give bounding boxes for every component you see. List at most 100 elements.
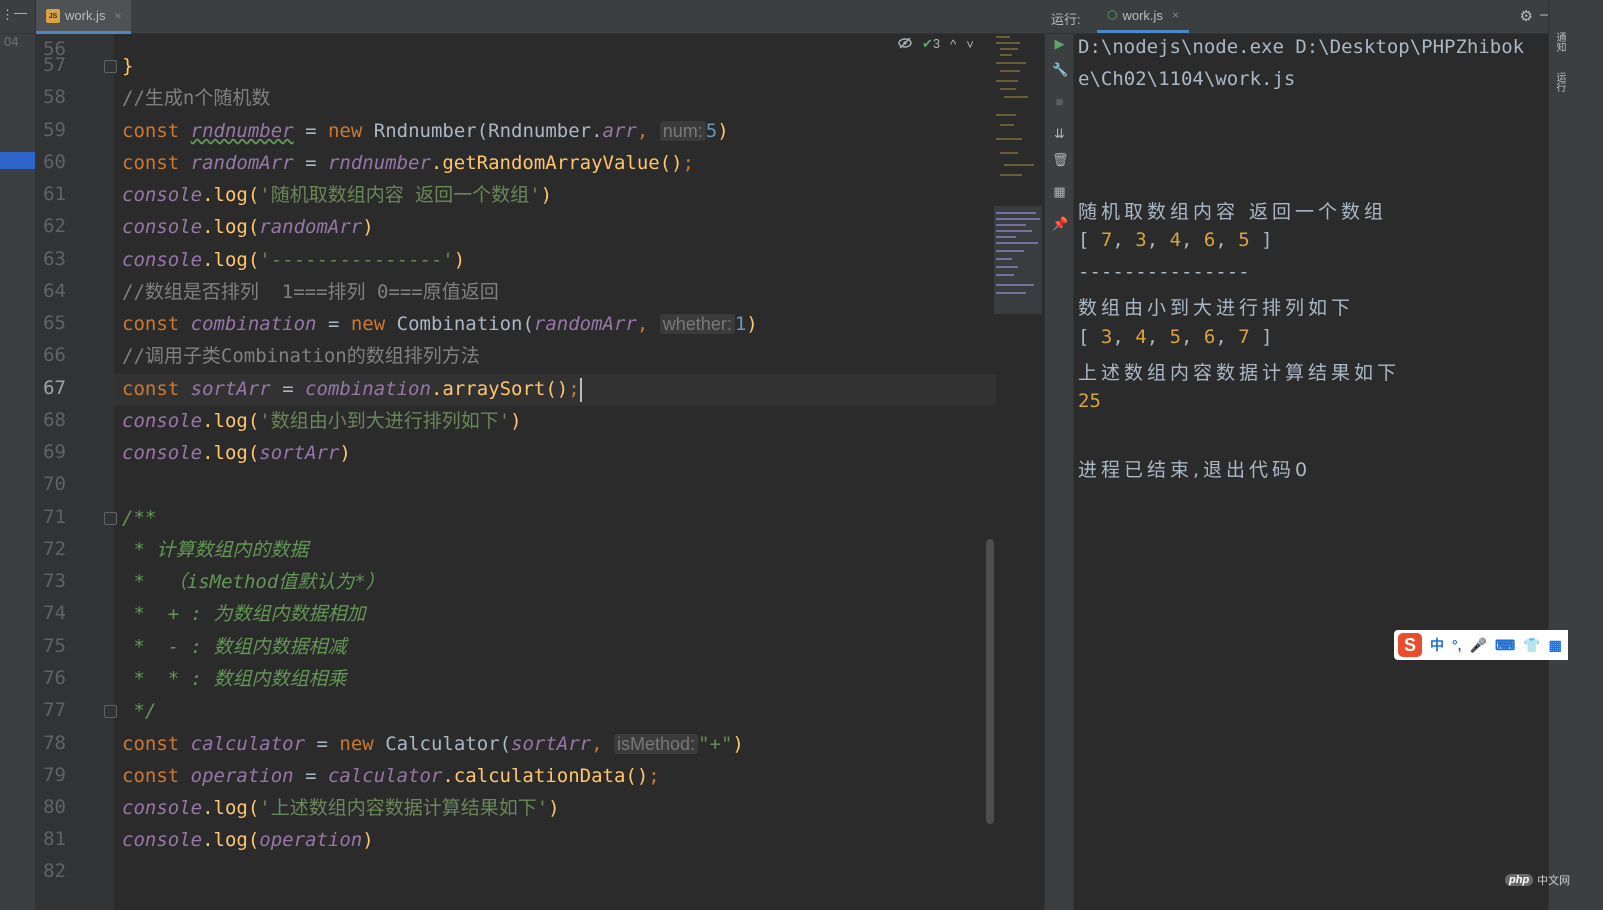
line-number[interactable]: 71	[36, 506, 66, 528]
console-array-2: [ 3, 4, 5, 6, 7 ]	[1078, 326, 1273, 348]
minimize-icon[interactable]: —	[14, 5, 27, 20]
code-area[interactable]: } //生成n个随机数 const rndnumber = new Rndnum…	[122, 34, 1071, 910]
code-line-67: const sortArr = combination.arraySort();	[122, 377, 582, 402]
run-side-label[interactable]: 运行	[1552, 72, 1567, 92]
js-file-icon: JS	[46, 8, 60, 23]
tab-label: work.js	[65, 8, 106, 23]
editor-tab-bar: JS work.js × ⋮	[36, 0, 1071, 34]
line-number[interactable]: 57	[36, 54, 66, 76]
stop-icon[interactable]: ■	[1052, 94, 1067, 109]
fold-marker-icon[interactable]	[104, 512, 117, 525]
console-output-3: 上述数组内容数据计算结果如下	[1078, 362, 1401, 384]
trash-icon[interactable]: 🗑	[1052, 152, 1069, 168]
code-line-81: console.log(operation)	[122, 829, 374, 851]
editor-scrollbar[interactable]	[986, 539, 994, 824]
line-number[interactable]: 60	[36, 151, 66, 173]
toolbox-icon[interactable]: ▦	[1549, 637, 1562, 654]
code-minimap[interactable]	[994, 34, 1046, 314]
console-output-1: 随机取数组内容 返回一个数组	[1078, 201, 1388, 223]
code-line-65: const combination = new Combination(rand…	[122, 313, 758, 335]
line-number[interactable]: 63	[36, 248, 66, 270]
code-line-76: * * : 数组内数组相乘	[122, 668, 347, 690]
close-icon[interactable]: ×	[1172, 8, 1179, 22]
line-number[interactable]: 77	[36, 699, 66, 721]
code-line-75: * - : 数组内数据相减	[122, 636, 347, 658]
line-number[interactable]: 78	[36, 732, 66, 754]
window-edge	[1568, 0, 1603, 910]
console-result: 25	[1078, 390, 1101, 412]
gear-icon[interactable]: ⚙	[1520, 7, 1533, 25]
code-line-68: console.log('数组由小到大进行排列如下')	[122, 410, 522, 432]
line-number[interactable]: 74	[36, 602, 66, 624]
line-number[interactable]: 61	[36, 183, 66, 205]
code-line-72: * 计算数组内的数据	[122, 539, 309, 561]
console-array-1: [ 7, 3, 4, 6, 5 ]	[1078, 229, 1273, 251]
code-line-58: //生成n个随机数	[122, 87, 271, 109]
code-line-59: const rndnumber = new Rndnumber(Rndnumbe…	[122, 120, 729, 142]
ime-toolbar[interactable]: S 中 °, 🎤 ⌨ 👕 ▦	[1394, 630, 1568, 660]
console-output-2: 数组由小到大进行排列如下	[1078, 297, 1355, 319]
line-number[interactable]: 79	[36, 764, 66, 786]
line-number[interactable]: 76	[36, 667, 66, 689]
close-icon[interactable]: ×	[114, 9, 121, 23]
microphone-icon[interactable]: 🎤	[1470, 637, 1487, 654]
line-number[interactable]: 73	[36, 570, 66, 592]
line-number[interactable]: 59	[36, 119, 66, 141]
run-tab-work-js[interactable]: ⬡ work.js ×	[1097, 0, 1189, 33]
run-tab-label: work.js	[1122, 7, 1163, 23]
line-number[interactable]: 64	[36, 280, 66, 302]
notifications-label[interactable]: 通知	[1552, 32, 1567, 52]
left-tool-strip: ⋮ — 04	[0, 0, 36, 910]
line-number[interactable]: 82	[36, 860, 66, 882]
console-exit-message: 进程已结束,退出代码0	[1078, 459, 1312, 481]
code-line-64: //数组是否排列 1===排列 0===原值返回	[122, 281, 499, 303]
line-number[interactable]: 67	[36, 377, 66, 399]
watermark: php 中文网	[1505, 872, 1570, 888]
line-number-gutter: 56 57 58 59 60 61 62 63 64 65 66 67 68 69 70 71 72 73 74 75…	[36, 34, 117, 910]
ime-punctuation-icon[interactable]: °,	[1452, 637, 1462, 653]
layout-icon[interactable]: ▦	[1052, 184, 1067, 200]
pin-icon[interactable]: 📌	[1052, 216, 1068, 232]
code-line-71: /**	[122, 507, 157, 529]
tab-work-js[interactable]: JS work.js ×	[36, 0, 132, 34]
line-number[interactable]: 68	[36, 409, 66, 431]
line-number[interactable]: 65	[36, 312, 66, 334]
code-editor[interactable]: 56 57 58 59 60 61 62 63 64 65 66 67 68 69 70 71 72 73 74 75…	[36, 34, 1071, 910]
ime-chinese-mode[interactable]: 中	[1430, 635, 1444, 655]
code-line-73: * （isMethod值默认为*）	[122, 571, 385, 593]
left-strip-toolbar: ⋮ —	[0, 0, 35, 34]
line-number[interactable]: 80	[36, 796, 66, 818]
wrench-icon[interactable]: 🔧	[1052, 62, 1068, 78]
run-toolbar: ▶ 🔧 ■ ⇊ 🗑 ▦ 📌	[1045, 34, 1074, 910]
console-command-line-2: e\Ch02\1104\work.js	[1078, 68, 1296, 90]
code-line-78: const calculator = new Calculator(sortAr…	[122, 733, 744, 755]
line-number[interactable]: 69	[36, 441, 66, 463]
line-number[interactable]: 58	[36, 86, 66, 108]
line-number[interactable]: 62	[36, 215, 66, 237]
sogou-logo-icon[interactable]: S	[1398, 633, 1422, 657]
skin-icon[interactable]: 👕	[1523, 637, 1540, 654]
line-number[interactable]: 70	[36, 473, 66, 495]
code-line-69: console.log(sortArr)	[122, 442, 351, 464]
line-number-fragment: 04	[4, 34, 19, 49]
fold-marker-icon[interactable]	[104, 705, 117, 718]
right-tool-strip: 通知 运行	[1548, 0, 1569, 910]
code-line-77: */	[122, 700, 157, 722]
code-line-79: const operation = calculator.calculation…	[122, 765, 660, 787]
line-number[interactable]: 66	[36, 344, 66, 366]
gear-icon[interactable]: ⋮	[1, 7, 14, 23]
line-number[interactable]: 75	[36, 635, 66, 657]
play-icon[interactable]: ▶	[1052, 36, 1067, 52]
line-number[interactable]: 72	[36, 538, 66, 560]
param-hint: num:	[659, 121, 706, 141]
fold-marker-icon[interactable]	[104, 60, 117, 73]
keyboard-icon[interactable]: ⌨	[1495, 637, 1515, 654]
text-cursor	[579, 377, 582, 402]
run-panel-header: 运行: ⬡ work.js × ⚙ —	[1045, 0, 1569, 34]
console-command-line-1: D:\nodejs\node.exe D:\Desktop\PHPZhibok	[1078, 36, 1525, 58]
line-number[interactable]: 81	[36, 828, 66, 850]
scroll-to-end-icon[interactable]: ⇊	[1052, 126, 1067, 142]
run-console[interactable]: D:\nodejs\node.exe D:\Desktop\PHPZhibok …	[1074, 34, 1546, 910]
selected-row-marker	[0, 152, 35, 169]
code-line-61: console.log('随机取数组内容 返回一个数组')	[122, 184, 553, 206]
